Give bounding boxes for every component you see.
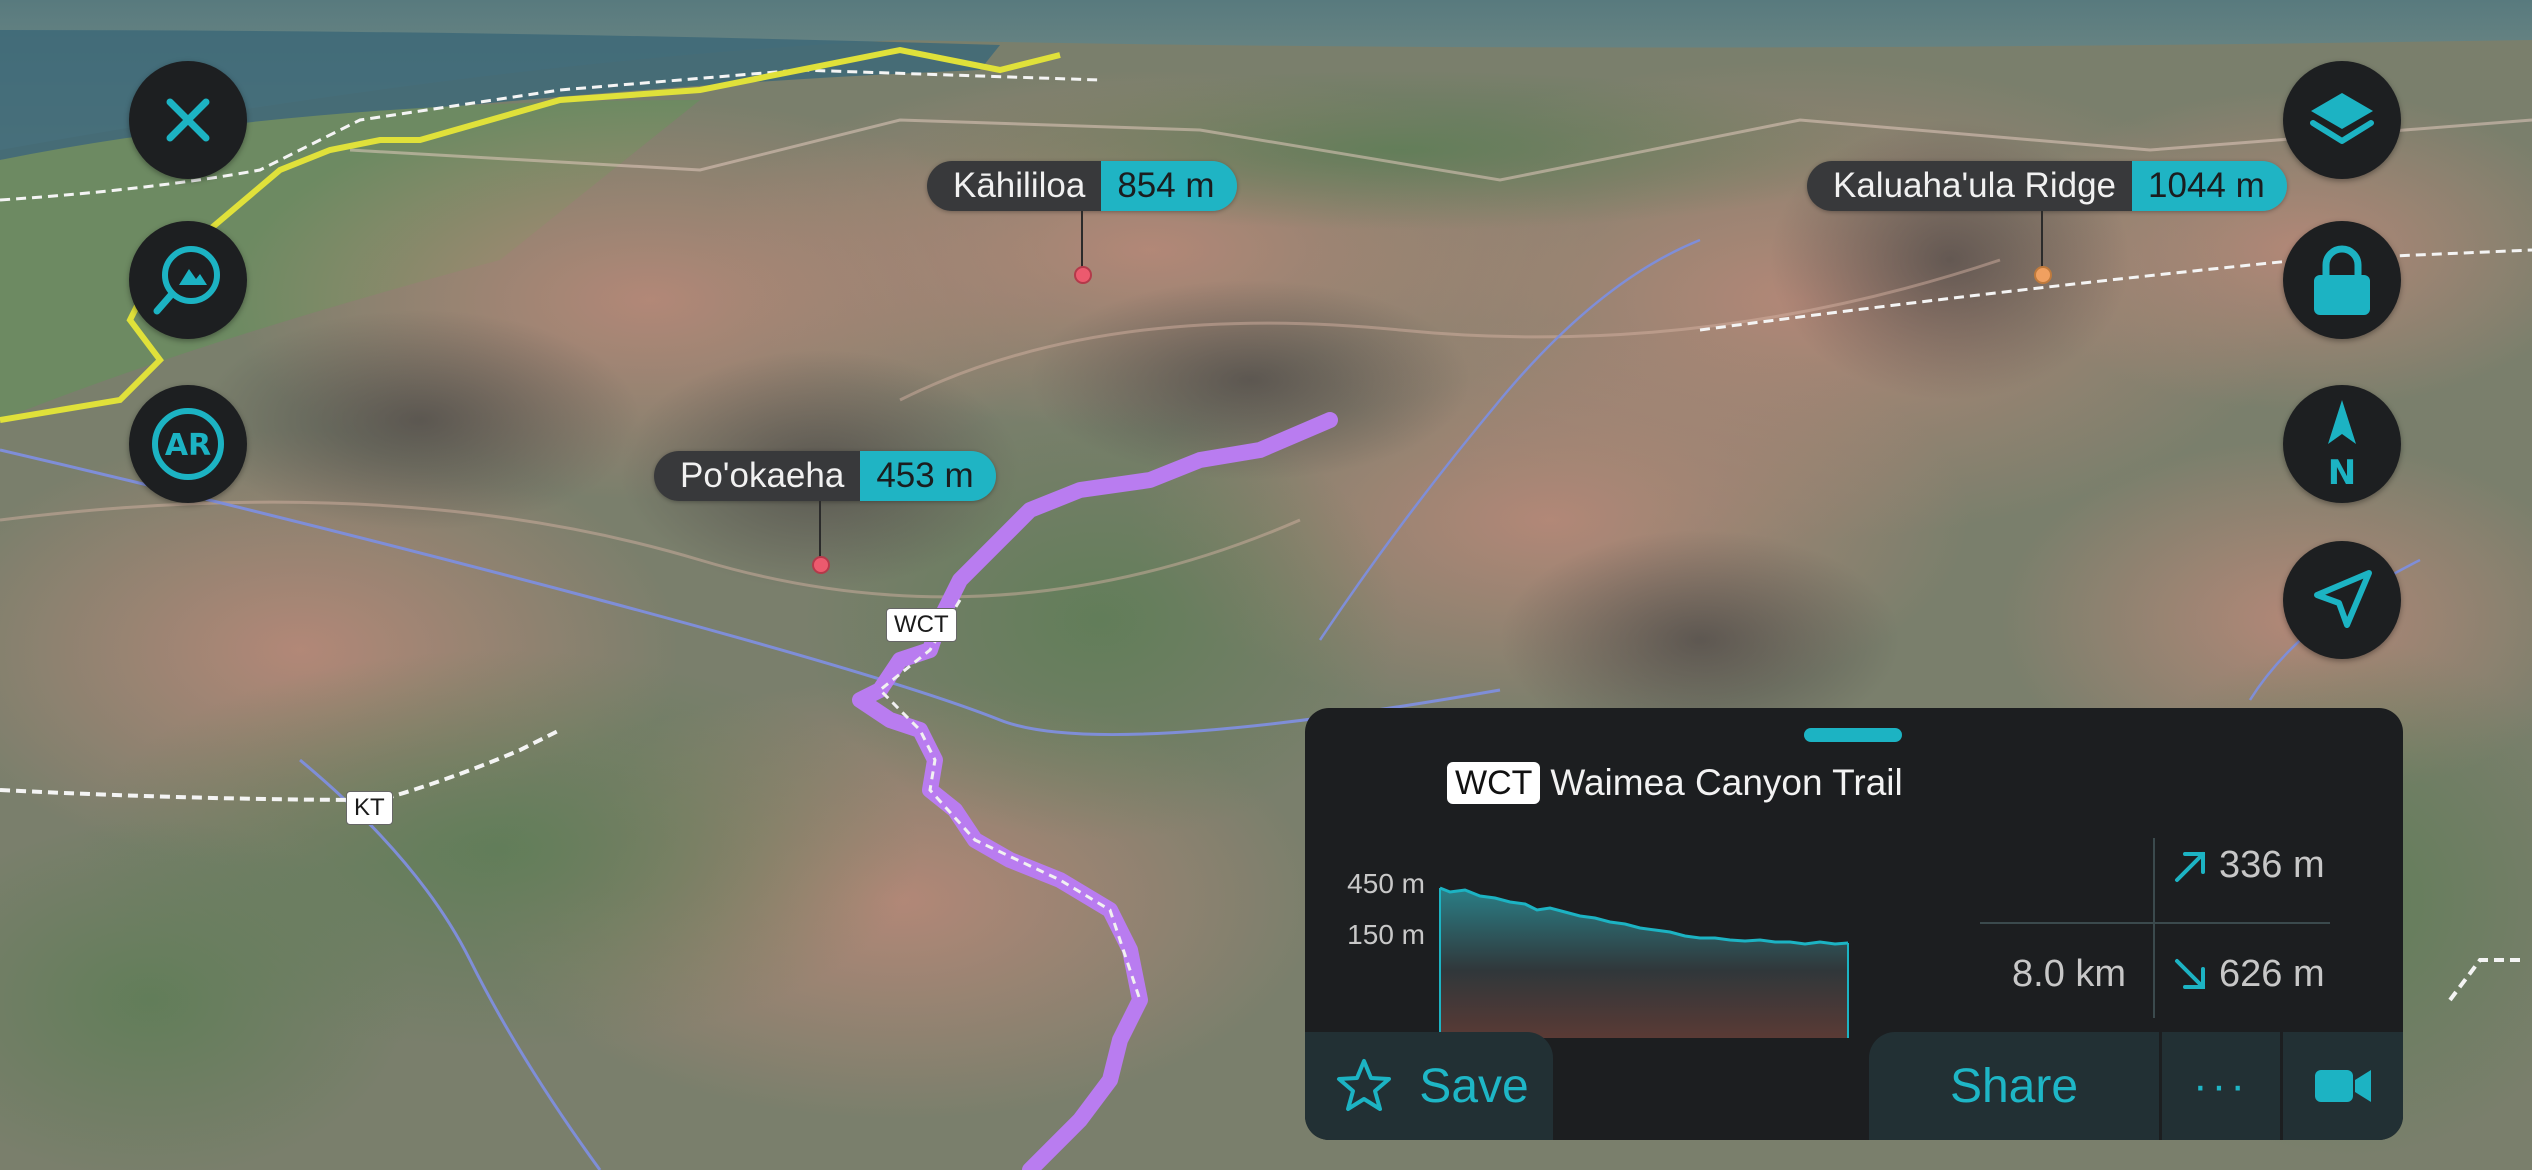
search-peaks-button[interactable] (129, 221, 247, 339)
ar-button[interactable]: AR (129, 385, 247, 503)
trail-info-panel[interactable]: WCT Waimea Canyon Trail 450 m 150 m 336 … (1305, 708, 2403, 1140)
lock-button[interactable] (2283, 221, 2401, 339)
compass-n-label: N (2328, 453, 2356, 492)
peak-label-pookaeha[interactable]: Po'okaeha 453 m (654, 451, 996, 501)
lock-icon (2314, 245, 2370, 315)
close-button[interactable] (129, 61, 247, 179)
mountain-search-icon (153, 246, 220, 315)
save-button[interactable]: Save (1305, 1032, 1553, 1140)
ar-label: AR (165, 428, 211, 463)
trail-tag-kt[interactable]: KT (346, 791, 393, 825)
layers-button[interactable] (2283, 61, 2401, 179)
ascent-stat: 336 m (2171, 844, 2325, 887)
peak-name: Kaluaha'ula Ridge (1807, 161, 2133, 211)
peak-marker[interactable] (2034, 266, 2052, 284)
north-compass-icon: N (2328, 400, 2356, 492)
more-icon: ··· (2193, 1061, 2249, 1110)
peak-marker[interactable] (812, 556, 830, 574)
peak-name: Po'okaeha (654, 451, 861, 501)
ascent-value: 336 m (2219, 844, 2325, 886)
location-arrow-icon (2314, 570, 2372, 628)
stats-divider-horizontal (1980, 922, 2330, 924)
peak-stem (1081, 211, 1083, 271)
descent-arrow-icon (2175, 958, 2205, 989)
peak-altitude: 854 m (1101, 161, 1237, 211)
compass-button[interactable]: N (2283, 385, 2401, 503)
peak-label-kaluahaula-ridge[interactable]: Kaluaha'ula Ridge 1044 m (1807, 161, 2287, 211)
layers-icon (2310, 93, 2374, 144)
peak-name: Kāhililoa (927, 161, 1102, 211)
peak-stem (819, 501, 821, 561)
save-label: Save (1419, 1059, 1529, 1113)
elevation-profile-chart[interactable] (1305, 858, 1905, 1038)
peak-stem (2041, 211, 2043, 271)
peak-label-kahililoa[interactable]: Kāhililoa 854 m (927, 161, 1237, 211)
distance-stat: 8.0 km (2012, 953, 2126, 996)
more-options-button[interactable]: ··· (2162, 1032, 2280, 1140)
peak-altitude: 453 m (860, 451, 996, 501)
star-icon (1337, 1059, 1392, 1111)
video-camera-icon (2315, 1070, 2371, 1102)
close-icon (166, 98, 210, 142)
trail-code-tag: WCT (1447, 762, 1541, 804)
trail-title: WCT Waimea Canyon Trail (1447, 762, 1903, 804)
peak-marker[interactable] (1074, 266, 1092, 284)
distance-value: 8.0 km (2012, 953, 2127, 995)
ar-icon: AR (152, 408, 224, 480)
locate-button[interactable] (2283, 541, 2401, 659)
descent-value: 626 m (2219, 953, 2325, 995)
peak-altitude: 1044 m (2132, 161, 2287, 211)
share-button[interactable]: Share (1869, 1032, 2159, 1140)
stats-divider-vertical (2153, 838, 2155, 1018)
trail-tag-wct[interactable]: WCT (886, 608, 957, 642)
video-button[interactable] (2283, 1032, 2403, 1140)
trail-name: Waimea Canyon Trail (1550, 762, 1903, 803)
ascent-arrow-icon (2175, 851, 2205, 882)
panel-drag-handle[interactable] (1804, 728, 1902, 742)
share-label: Share (1949, 1059, 2079, 1113)
descent-stat: 626 m (2171, 953, 2325, 996)
